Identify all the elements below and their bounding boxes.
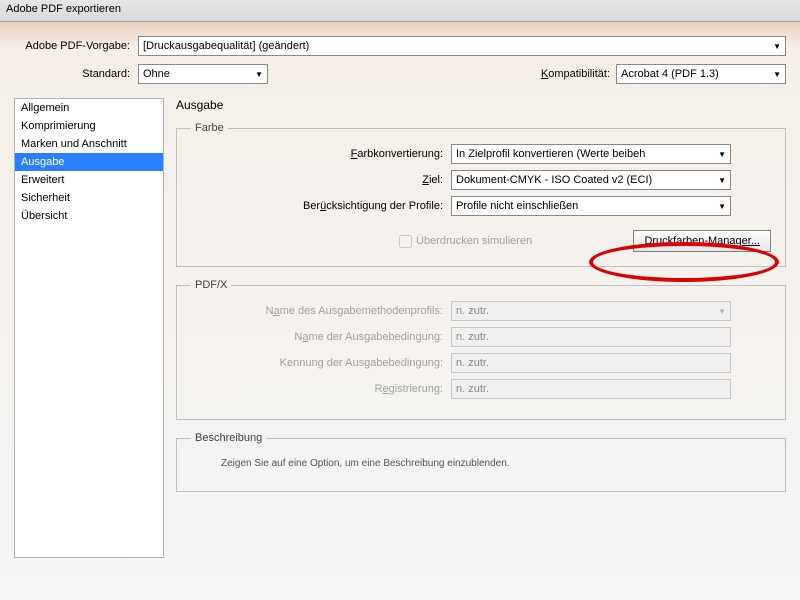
sidebar-item-sicherheit[interactable]: Sicherheit	[15, 189, 163, 207]
chevron-down-icon: ▼	[253, 70, 265, 79]
compat-value: Acrobat 4 (PDF 1.3)	[621, 68, 719, 80]
farbkonvertierung-value: In Zielprofil konvertieren (Werte beibeh	[456, 148, 645, 160]
sidebar: Allgemein Komprimierung Marken und Ansch…	[14, 98, 164, 558]
preset-row: Adobe PDF-Vorgabe: [Druckausgabequalität…	[14, 36, 786, 56]
output-condition-name-label: Name der Ausgabebedingung:	[191, 331, 451, 343]
window-title-bar: Adobe PDF exportieren	[0, 0, 800, 22]
group-farbe: Farbe Farbkonvertierung: In Zielprofil k…	[176, 122, 786, 267]
profile-value: Profile nicht einschließen	[456, 200, 578, 212]
row-output-condition-id: Kennung der Ausgabebedingung: n. zutr.	[191, 353, 771, 373]
chevron-down-icon: ▼	[716, 307, 728, 316]
chevron-down-icon: ▼	[716, 150, 728, 159]
sidebar-item-allgemein[interactable]: Allgemein	[15, 99, 163, 117]
window-title: Adobe PDF exportieren	[6, 3, 121, 15]
group-farbe-legend: Farbe	[191, 122, 228, 134]
compat-label: Kompatibilität:	[541, 68, 616, 80]
chevron-down-icon: ▼	[716, 202, 728, 211]
output-condition-id-field: n. zutr.	[451, 353, 731, 373]
chevron-down-icon: ▼	[771, 70, 783, 79]
preset-label: Adobe PDF-Vorgabe:	[14, 40, 138, 52]
preset-value: [Druckausgabequalität] (geändert)	[143, 40, 309, 52]
profile-select[interactable]: Profile nicht einschließen ▼	[451, 196, 731, 216]
row-profile: Berücksichtigung der Profile: Profile ni…	[191, 196, 771, 216]
standard-select[interactable]: Ohne ▼	[138, 64, 268, 84]
standard-value: Ohne	[143, 68, 170, 80]
overprint-checkbox	[399, 235, 412, 248]
group-pdfx-legend: PDF/X	[191, 279, 231, 291]
dialog-body: Adobe PDF-Vorgabe: [Druckausgabequalität…	[0, 22, 800, 566]
sidebar-item-marken-anschnitt[interactable]: Marken und Anschnitt	[15, 135, 163, 153]
row-output-condition-name: Name der Ausgabebedingung: n. zutr.	[191, 327, 771, 347]
compat-select[interactable]: Acrobat 4 (PDF 1.3) ▼	[616, 64, 786, 84]
output-profile-name-select: n. zutr. ▼	[451, 301, 731, 321]
standard-label: Standard:	[14, 68, 138, 80]
registration-label: Registrierung:	[191, 383, 451, 395]
row-registration: Registrierung: n. zutr.	[191, 379, 771, 399]
group-beschreibung-legend: Beschreibung	[191, 432, 266, 444]
profile-label: Berücksichtigung der Profile:	[191, 200, 451, 212]
ziel-label: Ziel:	[191, 174, 451, 186]
sidebar-item-uebersicht[interactable]: Übersicht	[15, 207, 163, 225]
chevron-down-icon: ▼	[716, 176, 728, 185]
sidebar-item-komprimierung[interactable]: Komprimierung	[15, 117, 163, 135]
output-condition-name-field: n. zutr.	[451, 327, 731, 347]
content-panel: Ausgabe Farbe Farbkonvertierung: In Ziel…	[176, 98, 786, 558]
overprint-checkbox-label: Überdrucken simulieren	[399, 235, 532, 248]
row-overprint: Überdrucken simulieren Druckfarben-Manag…	[191, 230, 771, 252]
farbkonvertierung-select[interactable]: In Zielprofil konvertieren (Werte beibeh…	[451, 144, 731, 164]
farbkonvertierung-label: Farbkonvertierung:	[191, 148, 451, 160]
section-title: Ausgabe	[176, 98, 786, 112]
output-condition-id-label: Kennung der Ausgabebedingung:	[191, 357, 451, 369]
sidebar-item-erweitert[interactable]: Erweitert	[15, 171, 163, 189]
chevron-down-icon: ▼	[771, 42, 783, 51]
row-farbkonvertierung: Farbkonvertierung: In Zielprofil konvert…	[191, 144, 771, 164]
columns: Allgemein Komprimierung Marken und Ansch…	[14, 98, 786, 558]
group-pdfx: PDF/X Name des Ausgabemethodenprofils: n…	[176, 279, 786, 420]
ziel-select[interactable]: Dokument-CMYK - ISO Coated v2 (ECI) ▼	[451, 170, 731, 190]
sidebar-item-ausgabe[interactable]: Ausgabe	[15, 153, 163, 171]
row-output-profile-name: Name des Ausgabemethodenprofils: n. zutr…	[191, 301, 771, 321]
registration-field: n. zutr.	[451, 379, 731, 399]
group-beschreibung: Beschreibung Zeigen Sie auf eine Option,…	[176, 432, 786, 492]
ziel-value: Dokument-CMYK - ISO Coated v2 (ECI)	[456, 174, 652, 186]
standard-row: Standard: Ohne ▼ Kompatibilität: Acrobat…	[14, 64, 786, 84]
description-text: Zeigen Sie auf eine Option, um eine Besc…	[191, 454, 771, 477]
output-profile-name-label: Name des Ausgabemethodenprofils:	[191, 305, 451, 317]
ink-manager-button[interactable]: Druckfarben-Manager...	[633, 230, 771, 252]
preset-select[interactable]: [Druckausgabequalität] (geändert) ▼	[138, 36, 786, 56]
row-ziel: Ziel: Dokument-CMYK - ISO Coated v2 (ECI…	[191, 170, 771, 190]
